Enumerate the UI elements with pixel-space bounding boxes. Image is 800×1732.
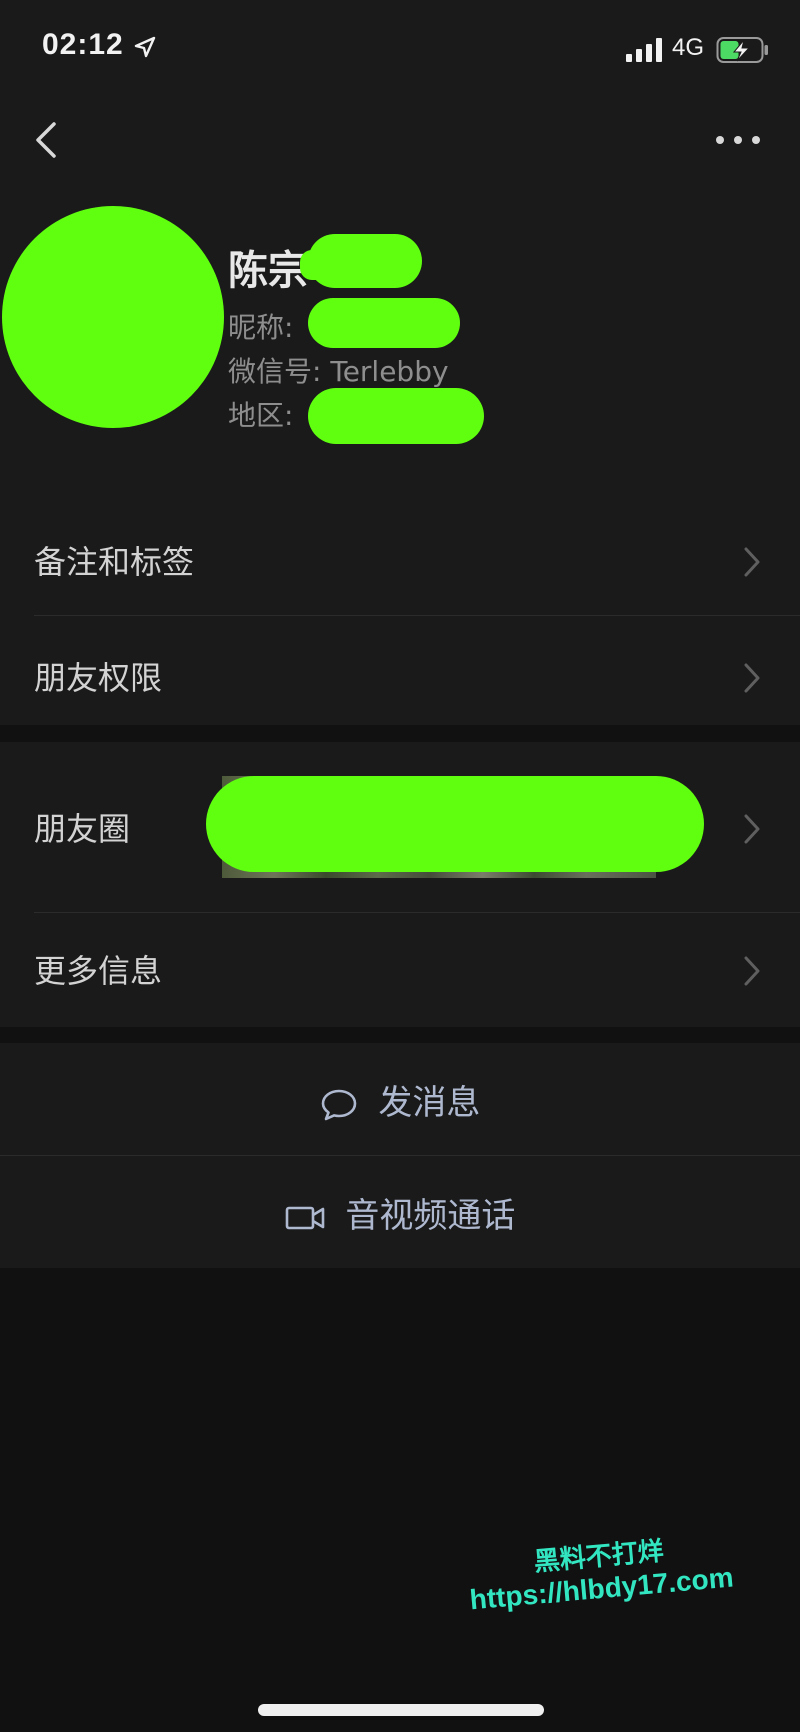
network-label: 4G — [672, 34, 705, 61]
signal-icon — [626, 38, 662, 62]
wechat-id-label: 微信号: — [228, 355, 322, 388]
nickname-label: 昵称: — [228, 311, 294, 344]
chat-bubble-icon — [321, 1089, 356, 1120]
more-dots-icon[interactable] — [710, 120, 766, 160]
redaction-mark — [300, 250, 340, 280]
row-label: 备注和标签 — [34, 543, 195, 581]
redaction-mark — [206, 776, 704, 872]
redaction-mark — [308, 388, 484, 444]
profile-name: 陈宗 — [228, 248, 308, 294]
avatar-redacted[interactable] — [2, 206, 224, 428]
battery-charging-icon — [716, 37, 768, 63]
voice-video-call-button[interactable]: 音视频通话 — [0, 1156, 800, 1268]
chevron-right-icon — [744, 956, 760, 986]
row-label: 更多信息 — [34, 952, 163, 990]
video-camera-icon — [285, 1206, 324, 1229]
settings-group: 备注和标签 朋友权限 — [0, 505, 800, 725]
wechat-id-line: 微信号: Terlebby — [228, 350, 449, 390]
send-message-label: 发消息 — [378, 1083, 481, 1123]
row-label: 朋友圈 — [34, 810, 131, 848]
content-group: 朋友圈 更多信息 — [0, 742, 800, 1027]
profile-header: 陈宗 昵称: 微信号: Terlebby 地区: — [0, 180, 800, 505]
back-button[interactable] — [28, 118, 68, 162]
moments-row[interactable]: 朋友圈 — [0, 742, 800, 912]
send-message-button[interactable]: 发消息 — [0, 1043, 800, 1155]
remarks-and-tags-row[interactable]: 备注和标签 — [0, 505, 800, 615]
location-icon — [134, 36, 156, 58]
row-label: 朋友权限 — [34, 659, 163, 697]
more-info-row[interactable]: 更多信息 — [0, 912, 800, 1027]
status-time: 02:12 — [42, 28, 124, 61]
region-label: 地区: — [228, 399, 294, 432]
nav-bar — [0, 100, 800, 180]
chevron-right-icon — [744, 547, 760, 577]
redaction-mark — [308, 298, 460, 348]
voice-video-call-label: 音视频通话 — [345, 1196, 516, 1236]
chevron-right-icon — [744, 814, 760, 844]
actions-group: 发消息 音视频通话 — [0, 1043, 800, 1268]
home-indicator[interactable] — [258, 1704, 544, 1716]
watermark: 黑料不打烊 https://hlbdy17.com — [448, 1523, 753, 1618]
wechat-id-value: Terlebby — [330, 355, 449, 388]
chevron-right-icon — [744, 663, 760, 693]
friend-permissions-row[interactable]: 朋友权限 — [0, 615, 800, 725]
status-bar: 02:12 4G — [0, 0, 800, 100]
